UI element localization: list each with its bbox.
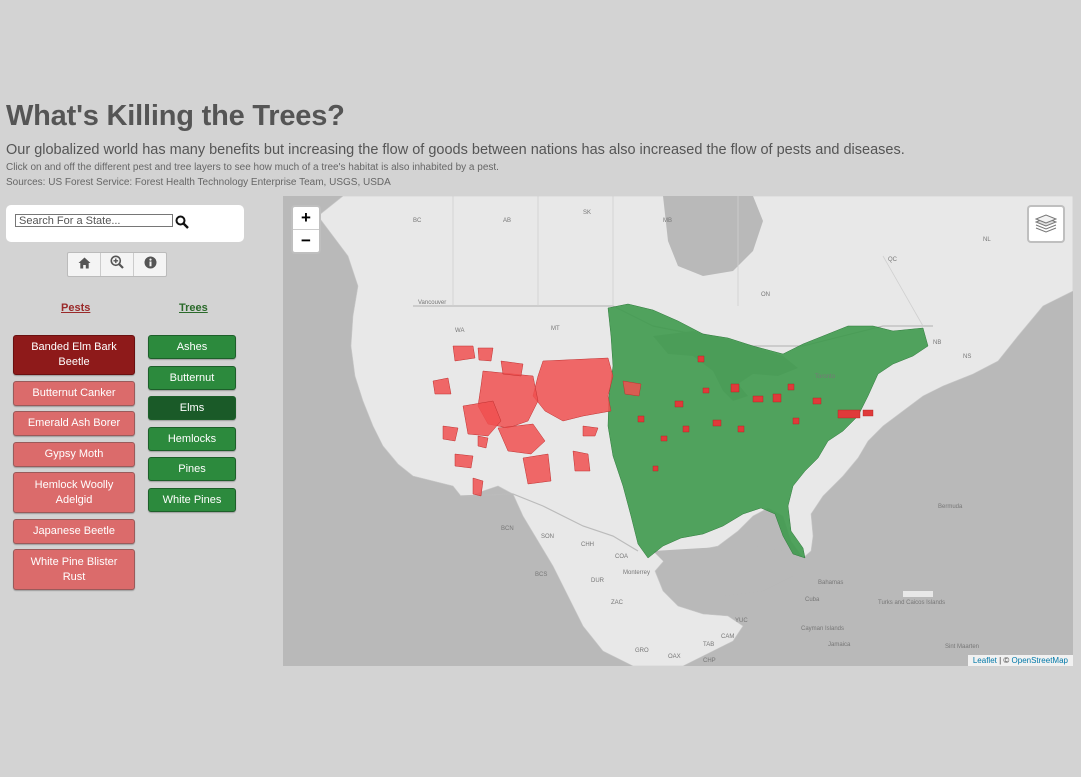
svg-text:NS: NS	[963, 354, 971, 360]
trees-header: Trees	[179, 302, 208, 314]
tree-button-white-pines[interactable]: White Pines	[148, 488, 236, 512]
svg-text:MB: MB	[663, 218, 672, 224]
svg-text:BCN: BCN	[501, 526, 514, 532]
svg-text:Monterrey: Monterrey	[623, 570, 650, 576]
svg-text:Turks and Caicos Islands: Turks and Caicos Islands	[878, 600, 945, 606]
svg-text:AB: AB	[503, 218, 511, 224]
svg-text:TAB: TAB	[703, 642, 714, 648]
svg-text:OAX: OAX	[668, 654, 681, 660]
svg-text:Cayman Islands: Cayman Islands	[801, 626, 844, 632]
attribution-separator: | ©	[996, 656, 1012, 665]
pests-header: Pests	[61, 302, 91, 314]
svg-text:Jamaica: Jamaica	[828, 642, 851, 648]
pest-button-gypsy-moth[interactable]: Gypsy Moth	[13, 442, 135, 467]
svg-text:Bermuda: Bermuda	[938, 504, 963, 510]
tree-button-ashes[interactable]: Ashes	[148, 335, 236, 359]
tree-button-butternut[interactable]: Butternut	[148, 366, 236, 390]
svg-text:Cuba: Cuba	[805, 597, 820, 603]
page: What's Killing the Trees? Our globalized…	[0, 0, 1081, 777]
svg-text:ON: ON	[761, 292, 770, 298]
zoom-control: + −	[291, 205, 321, 254]
svg-text:Toronto: Toronto	[815, 374, 836, 380]
map-view[interactable]: BC AB SK MB ON QC NL NB NS Vancouver WA …	[283, 196, 1073, 666]
info-icon	[144, 256, 157, 274]
pest-button-emerald-ash-borer[interactable]: Emerald Ash Borer	[13, 411, 135, 436]
search-icon[interactable]	[175, 215, 189, 229]
svg-text:NB: NB	[933, 340, 941, 346]
search-input[interactable]	[15, 214, 173, 227]
cuba-island	[903, 591, 933, 597]
page-subtitle: Our globalized world has many benefits b…	[6, 142, 905, 158]
zoom-extent-button[interactable]	[101, 253, 134, 276]
tree-button-pines[interactable]: Pines	[148, 457, 236, 481]
map-attribution: Leaflet | © OpenStreetMap	[967, 655, 1073, 666]
svg-text:YUC: YUC	[735, 618, 748, 624]
svg-text:NL: NL	[983, 237, 991, 243]
sources-text: Sources: US Forest Service: Forest Healt…	[6, 177, 391, 188]
home-button[interactable]	[68, 253, 101, 276]
svg-text:SK: SK	[583, 210, 591, 216]
search-panel	[6, 205, 244, 242]
zoom-out-button[interactable]: −	[293, 229, 319, 252]
svg-text:MT: MT	[551, 326, 560, 332]
pest-button-white-pine-blister-rust[interactable]: White Pine Blister Rust	[13, 549, 135, 590]
leaflet-link[interactable]: Leaflet	[973, 656, 997, 665]
svg-text:BCS: BCS	[535, 572, 547, 578]
tree-button-hemlocks[interactable]: Hemlocks	[148, 427, 236, 451]
layers-button[interactable]	[1027, 205, 1065, 243]
svg-text:COA: COA	[615, 554, 628, 560]
svg-text:BC: BC	[413, 218, 422, 224]
basemap: BC AB SK MB ON QC NL NB NS Vancouver WA …	[283, 196, 1073, 666]
page-title: What's Killing the Trees?	[6, 100, 345, 132]
svg-text:Vancouver: Vancouver	[418, 300, 446, 306]
svg-text:QC: QC	[888, 257, 898, 263]
svg-text:CHP: CHP	[703, 658, 716, 664]
zoom-in-button[interactable]: +	[293, 207, 319, 229]
home-icon	[78, 256, 91, 274]
zoom-extent-icon	[110, 255, 124, 274]
osm-link[interactable]: OpenStreetMap	[1012, 656, 1068, 665]
layers-icon	[1035, 214, 1057, 234]
tree-button-elms[interactable]: Elms	[148, 396, 236, 420]
svg-text:ZAC: ZAC	[611, 600, 624, 606]
svg-text:SON: SON	[541, 534, 554, 540]
svg-text:Bahamas: Bahamas	[818, 580, 843, 586]
map-toolbar	[67, 252, 167, 277]
svg-text:Sint Maarten: Sint Maarten	[945, 644, 979, 650]
svg-text:CHH: CHH	[581, 542, 594, 548]
svg-text:DUR: DUR	[591, 578, 605, 584]
svg-text:WA: WA	[455, 328, 464, 334]
svg-text:CAM: CAM	[721, 634, 734, 640]
svg-text:GRO: GRO	[635, 648, 649, 654]
pest-button-japanese-beetle[interactable]: Japanese Beetle	[13, 519, 135, 544]
info-button[interactable]	[134, 253, 166, 276]
pest-button-butternut-canker[interactable]: Butternut Canker	[13, 381, 135, 406]
pest-button-banded-elm-bark-beetle[interactable]: Banded Elm Bark Beetle	[13, 335, 135, 375]
pest-button-hemlock-woolly-adelgid[interactable]: Hemlock Woolly Adelgid	[13, 472, 135, 513]
instructions-text: Click on and off the different pest and …	[6, 162, 499, 173]
